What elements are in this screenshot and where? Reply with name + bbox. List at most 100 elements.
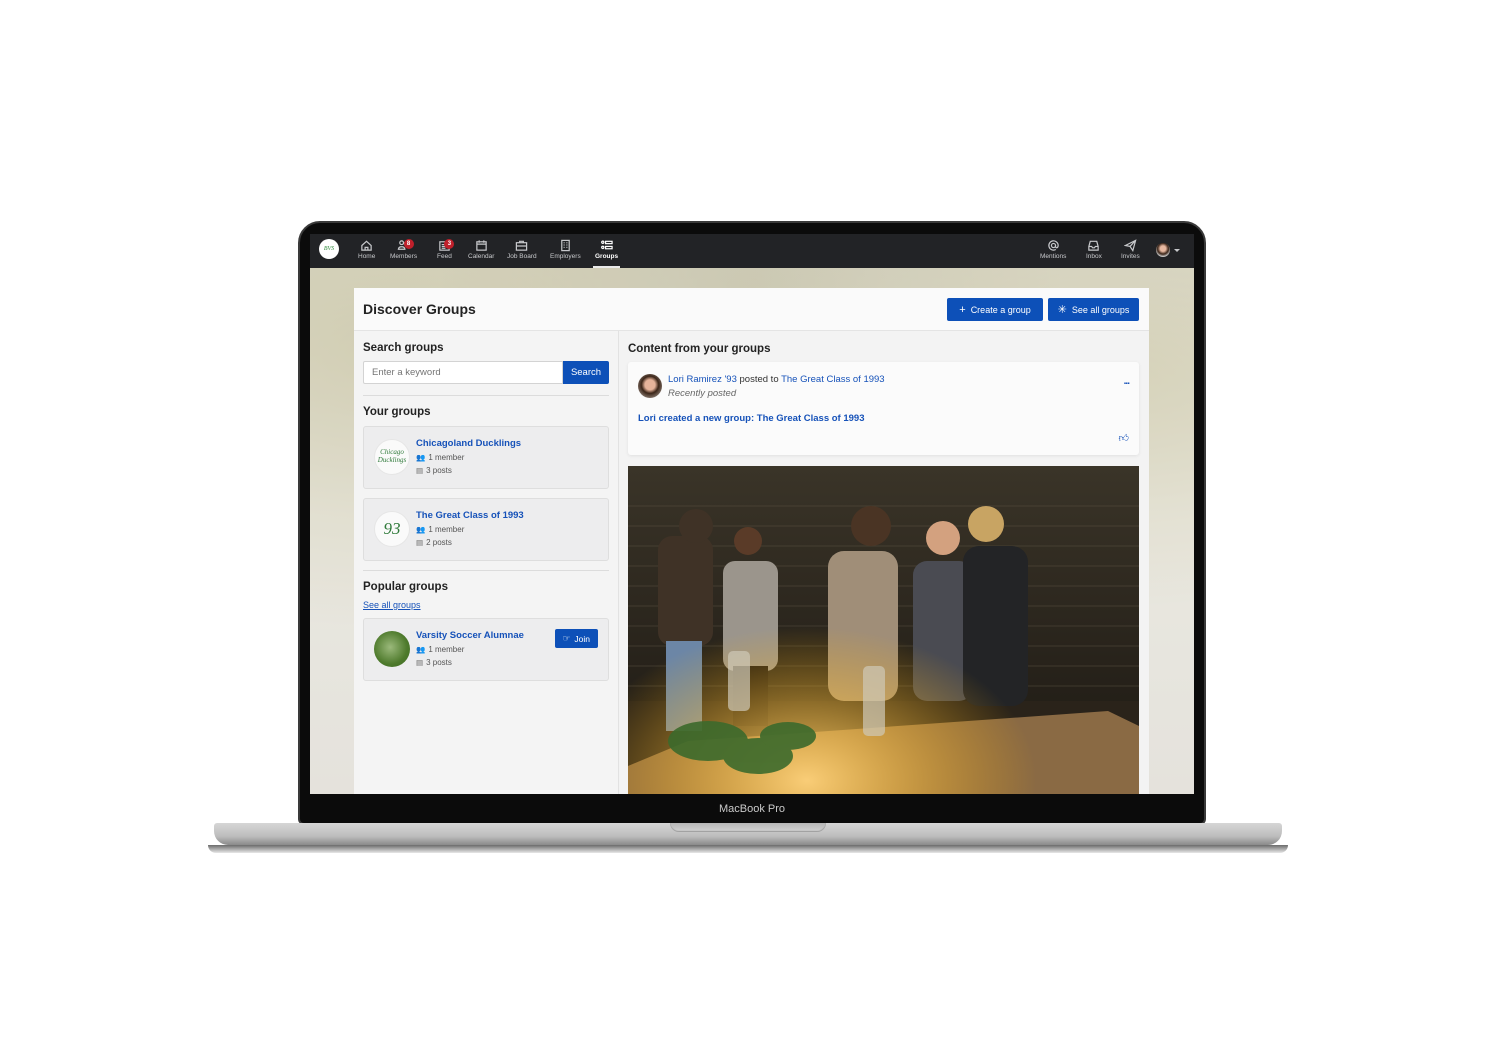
nav-invites[interactable]: Invites: [1121, 234, 1140, 268]
people-icon: 👥: [416, 525, 426, 534]
nav-label: Groups: [595, 253, 619, 260]
group-name-link[interactable]: Varsity Soccer Alumnae: [416, 630, 524, 641]
briefcase-icon: [515, 238, 529, 252]
group-link[interactable]: The Great Class of 1993: [781, 374, 885, 385]
members-badge: 8: [403, 239, 414, 249]
caret-down-icon[interactable]: [1174, 249, 1180, 252]
group-posts: ▤ 3 posts: [416, 658, 452, 667]
nav-label: Employers: [550, 253, 581, 260]
user-avatar[interactable]: [1156, 243, 1170, 257]
posts-icon: ▤: [416, 538, 424, 547]
search-groups-heading: Search groups: [363, 342, 444, 354]
people-icon: 👥: [416, 453, 426, 462]
group-members: 👥 1 member: [416, 453, 464, 462]
at-icon: [1046, 238, 1060, 252]
search-button[interactable]: Search: [563, 361, 609, 384]
logo-text: BVS: [323, 246, 335, 252]
create-group-label: Create a group: [970, 304, 1031, 315]
post-card: Lori Ramirez '93 posted to The Great Cla…: [628, 362, 1139, 455]
people-icon: 👥: [416, 645, 426, 654]
more-options-icon[interactable]: ...: [1124, 376, 1130, 387]
join-label: Join: [574, 633, 590, 644]
page-title: Discover Groups: [363, 301, 476, 317]
laptop-base-edge: [208, 845, 1288, 853]
app-screen: BVS Home 8 Members 3 Feed Calendar Job B…: [310, 234, 1194, 794]
posts-count: 3 posts: [426, 466, 452, 475]
nav-feed[interactable]: 3 Feed: [437, 234, 455, 268]
top-nav-bar: BVS Home 8 Members 3 Feed Calendar Job B…: [310, 234, 1194, 268]
asterisk-icon: ✳: [1057, 304, 1067, 316]
nav-label: Job Board: [507, 253, 537, 260]
nav-members[interactable]: 8 Members: [390, 234, 417, 268]
paper-plane-icon: [1123, 238, 1137, 252]
divider: [363, 570, 609, 571]
posts-count: 2 posts: [426, 538, 452, 547]
post-time: Recently posted: [668, 388, 737, 399]
nav-groups[interactable]: Groups: [592, 234, 621, 268]
popular-groups-heading: Popular groups: [363, 581, 448, 593]
laptop-mockup: BVS Home 8 Members 3 Feed Calendar Job B…: [0, 0, 1500, 1038]
post-photo[interactable]: [628, 466, 1139, 794]
join-button[interactable]: ☞ Join: [554, 629, 598, 648]
nav-mentions[interactable]: Mentions: [1040, 234, 1066, 268]
nav-label: Feed: [437, 253, 452, 260]
calendar-icon: [474, 238, 488, 252]
nav-label: Mentions: [1040, 253, 1067, 260]
join-icon: ☞: [562, 633, 571, 643]
author-avatar[interactable]: [638, 374, 662, 398]
group-card[interactable]: Varsity Soccer Alumnae 👥 1 member ▤ 3 post…: [363, 618, 609, 681]
members-count: 1 member: [428, 453, 465, 462]
avatar-text: 93: [383, 518, 401, 538]
nav-label: Invites: [1121, 253, 1140, 260]
home-icon: [360, 238, 374, 252]
see-all-groups-button[interactable]: ✳ See all groups: [1048, 298, 1139, 321]
feed-badge: 3: [444, 239, 455, 249]
see-all-groups-link[interactable]: See all groups: [363, 600, 421, 610]
group-posts: ▤ 2 posts: [416, 538, 452, 547]
feed-icon: 3: [437, 238, 455, 252]
posts-icon: ▤: [416, 658, 424, 667]
nav-label: Members: [390, 253, 418, 260]
group-avatar: [374, 631, 410, 667]
right-column: Content from your groups Lori Ramirez '9…: [619, 331, 1149, 794]
avatar-text: Chicago Ducklings: [377, 448, 407, 464]
post-verb: posted to: [736, 374, 782, 385]
posts-count: 3 posts: [426, 658, 452, 667]
laptop-notch: [670, 823, 826, 832]
your-groups-heading: Your groups: [363, 406, 431, 418]
see-all-groups-label: See all groups: [1071, 304, 1130, 315]
group-avatar: Chicago Ducklings: [374, 439, 410, 475]
nav-label: Home: [358, 253, 376, 260]
group-avatar: 93: [374, 511, 410, 547]
members-icon: 8: [397, 238, 414, 252]
group-card[interactable]: 93 The Great Class of 1993 👥 1 member ▤ 2 …: [363, 498, 609, 561]
panel-header: Discover Groups + Create a group ✳ See a…: [354, 288, 1149, 331]
author-link[interactable]: Lori Ramirez '93: [668, 374, 737, 385]
search-input[interactable]: [363, 361, 563, 384]
create-group-button[interactable]: + Create a group: [947, 298, 1043, 321]
building-icon: [558, 238, 572, 252]
post-body-link[interactable]: Lori created a new group: The Great Clas…: [638, 413, 864, 424]
thumbs-up-icon[interactable]: 👍︎: [1119, 432, 1129, 444]
site-logo[interactable]: BVS: [319, 239, 339, 259]
group-members: 👥 1 member: [416, 525, 464, 534]
nav-label: Calendar: [468, 253, 495, 260]
members-count: 1 member: [428, 645, 465, 654]
nav-inbox[interactable]: Inbox: [1086, 234, 1102, 268]
group-members: 👥 1 member: [416, 645, 464, 654]
group-name-link[interactable]: Chicagoland Ducklings: [416, 438, 521, 449]
nav-home[interactable]: Home: [358, 234, 375, 268]
groups-icon: [600, 238, 614, 252]
device-label: MacBook Pro: [718, 803, 786, 815]
group-name-link[interactable]: The Great Class of 1993: [416, 510, 524, 521]
group-card[interactable]: Chicago Ducklings Chicagoland Ducklings …: [363, 426, 609, 489]
inbox-icon: [1087, 238, 1101, 252]
nav-job-board[interactable]: Job Board: [507, 234, 537, 268]
discover-groups-panel: Discover Groups + Create a group ✳ See a…: [354, 288, 1149, 794]
post-header: Lori Ramirez '93 posted to The Great Cla…: [668, 374, 885, 385]
posts-icon: ▤: [416, 466, 424, 475]
left-column: Search groups Search Your groups Chicago…: [354, 331, 619, 794]
nav-calendar[interactable]: Calendar: [468, 234, 494, 268]
nav-label: Inbox: [1086, 253, 1102, 260]
nav-employers[interactable]: Employers: [550, 234, 581, 268]
